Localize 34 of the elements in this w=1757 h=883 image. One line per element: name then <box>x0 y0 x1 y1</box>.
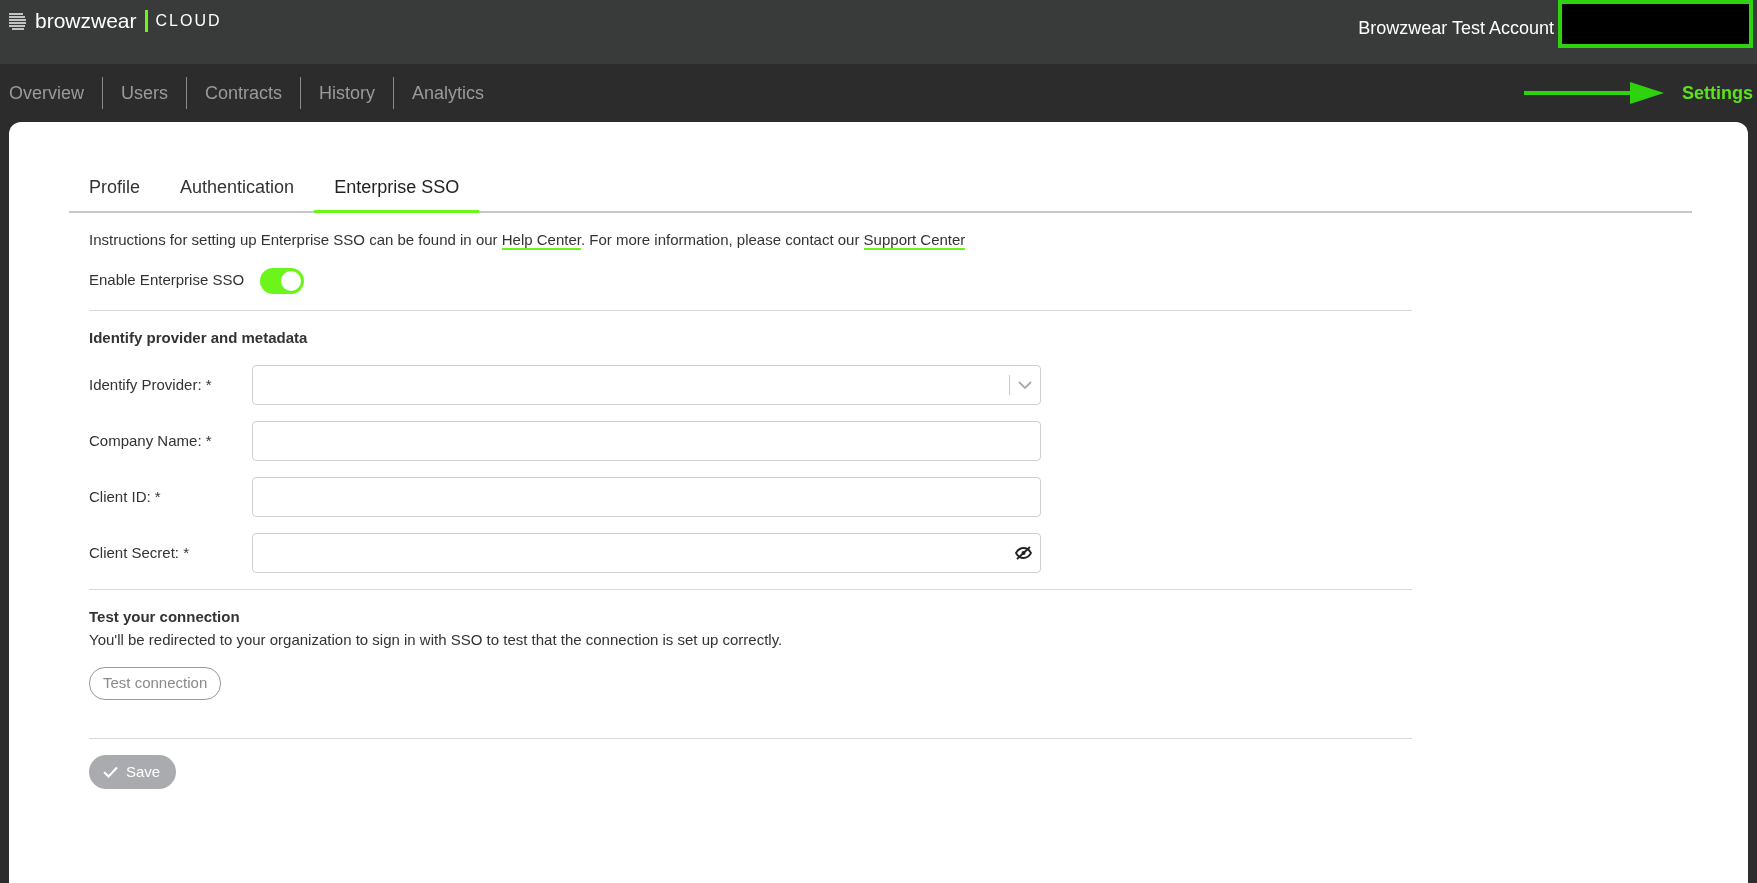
settings-tab[interactable]: Authentication <box>160 166 315 213</box>
help-link[interactable]: Help Center <box>501 231 581 250</box>
settings-tab[interactable]: Enterprise SSO <box>314 166 480 213</box>
nav-link[interactable]: Analytics <box>394 77 503 109</box>
toggle-switch[interactable] <box>260 267 305 294</box>
check-icon <box>103 765 118 778</box>
field-label: Client ID: * <box>89 486 162 507</box>
dropdown-field[interactable] <box>252 365 1041 405</box>
section-title: Identify provider and metadata <box>89 327 309 348</box>
field-label: Identify Provider: * <box>89 374 213 395</box>
help-link[interactable]: Support Center <box>863 231 966 250</box>
brand-divider <box>144 10 148 32</box>
chevron-icon <box>1018 380 1032 390</box>
settings-link[interactable]: Settings <box>1664 79 1753 107</box>
product-name: CLOUD <box>155 11 222 31</box>
logo-icon <box>8 12 27 30</box>
hidden-eye-icon[interactable] <box>1015 546 1032 560</box>
nav-link[interactable]: Contracts <box>187 77 302 109</box>
input-field[interactable] <box>252 533 1041 573</box>
field-label: Company Name: * <box>89 430 213 451</box>
field-label: Client Secret: * <box>89 542 191 563</box>
section-title: Test your connection <box>89 607 241 627</box>
brand-name: browzwear <box>35 8 137 34</box>
input-field[interactable] <box>252 477 1041 517</box>
field-divider <box>1009 375 1010 395</box>
description-text: You'll be redirected to your organization to sign in with SSO to test that the connection is set up correctly. <box>89 629 784 650</box>
input-field[interactable] <box>252 421 1041 461</box>
account-name: Browzwear Test Account <box>1358 16 1554 40</box>
intro-text: Instructions for setting up Enterprise SSO can be found in our Help Center. For more information, please contact our Support Center <box>89 230 967 252</box>
nav-link[interactable]: Overview <box>9 77 103 109</box>
nav-link[interactable]: History <box>301 77 395 109</box>
settings-tab[interactable]: Profile <box>69 166 161 213</box>
toggle-label: Enable Enterprise SSO <box>89 270 245 291</box>
nav-link[interactable]: Users <box>103 77 188 109</box>
